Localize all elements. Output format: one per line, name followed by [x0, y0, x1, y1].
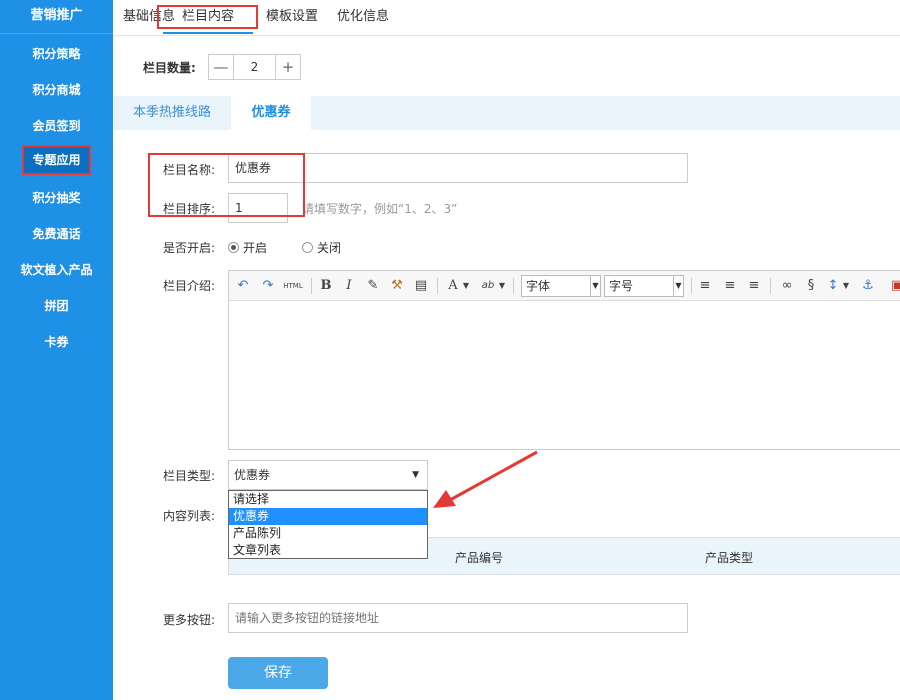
- column-type-select[interactable]: 优惠券 ▼: [228, 460, 428, 490]
- tab-column-content[interactable]: 栏目内容: [163, 0, 253, 34]
- chevron-down-icon[interactable]: ▼: [841, 276, 851, 296]
- column-type-value: 优惠券: [234, 468, 271, 482]
- minus-button[interactable]: —: [209, 55, 233, 79]
- toolbar-divider: [770, 278, 771, 294]
- column-name-input[interactable]: 优惠券: [228, 153, 688, 183]
- type-label: 栏目类型:: [163, 469, 216, 483]
- column-header-product-no: 产品编号: [455, 551, 504, 565]
- sidebar-item-member-checkin[interactable]: 会员签到: [0, 111, 113, 141]
- font-size-value: 字号: [609, 279, 634, 293]
- unlink-icon[interactable]: §: [802, 276, 820, 296]
- radio-dot-icon: [228, 242, 239, 253]
- font-family-select[interactable]: 字体 ▼: [521, 275, 601, 297]
- sidebar-item-points-lottery[interactable]: 积分抽奖: [0, 183, 113, 213]
- tab-template-settings[interactable]: 模板设置: [266, 0, 318, 34]
- radio-on-label: 开启: [243, 241, 268, 255]
- italic-icon[interactable]: I: [341, 276, 357, 296]
- paste-icon[interactable]: ▤: [413, 276, 429, 296]
- plus-button[interactable]: +: [276, 55, 300, 79]
- dropdown-option[interactable]: 优惠券: [229, 508, 427, 525]
- sidebar-header: 营销推广: [0, 0, 113, 34]
- radio-enabled-off[interactable]: 关闭: [302, 239, 341, 256]
- highlight-icon[interactable]: ab: [480, 276, 496, 296]
- toolbar-divider: [437, 278, 438, 294]
- column-header-product-type: 产品类型: [705, 551, 754, 565]
- chevron-down-icon[interactable]: ▼: [461, 276, 471, 296]
- align-center-icon[interactable]: ≡: [722, 276, 738, 296]
- sidebar-item-points-strategy[interactable]: 积分策略: [0, 39, 113, 69]
- line-height-icon[interactable]: ↕: [825, 276, 841, 296]
- top-tab-bar: 基础信息 栏目内容 模板设置 优化信息: [113, 0, 900, 36]
- dropdown-option[interactable]: 文章列表: [229, 542, 427, 559]
- sidebar-item-label: 软文植入产品: [20, 263, 93, 277]
- order-label: 栏目排序:: [163, 202, 216, 216]
- enabled-label: 是否开启:: [163, 241, 216, 255]
- html-icon[interactable]: HTML: [282, 276, 304, 296]
- dropdown-option[interactable]: 请选择: [229, 491, 427, 508]
- sidebar-item-coupon-card[interactable]: 卡券: [0, 327, 113, 357]
- column-order-input[interactable]: 1: [228, 193, 288, 223]
- column-count-value[interactable]: 2: [233, 55, 276, 79]
- tab-coupon[interactable]: 优惠券: [231, 96, 311, 130]
- undo-icon[interactable]: ↶: [235, 276, 251, 296]
- radio-dot-icon: [302, 242, 313, 253]
- more-link-input[interactable]: [228, 603, 688, 633]
- anchor-icon[interactable]: ⚓: [859, 276, 877, 296]
- align-left-icon[interactable]: ≡: [697, 276, 713, 296]
- save-button[interactable]: 保存: [228, 657, 328, 689]
- name-label: 栏目名称:: [163, 163, 216, 177]
- toolbar-divider: [691, 278, 692, 294]
- image-icon[interactable]: ▣: [889, 276, 900, 296]
- tab-hot-routes[interactable]: 本季热推线路: [133, 96, 211, 130]
- sidebar-item-article-product[interactable]: 软文植入产品: [0, 255, 113, 285]
- sidebar-item-label: 积分商城: [32, 83, 81, 97]
- eraser-icon[interactable]: ✎: [365, 276, 381, 296]
- sidebar-item-topic-app[interactable]: 专题应用: [0, 145, 113, 177]
- chevron-down-icon[interactable]: ▼: [497, 276, 507, 296]
- column-count-label: 栏目数量:: [143, 61, 196, 75]
- editor-toolbar: ↶ ↷ HTML B I ✎ ⚒ ▤ A ▼ ab ▼ 字体 ▼ 字号 ▼ ≡ ≡ …: [229, 271, 900, 301]
- dropdown-option[interactable]: 产品陈列: [229, 525, 427, 542]
- sidebar-item-label: 积分抽奖: [32, 191, 81, 205]
- align-right-icon[interactable]: ≡: [746, 276, 762, 296]
- sidebar-item-group-buy[interactable]: 拼团: [0, 291, 113, 321]
- sidebar: 营销推广 积分策略 积分商城 会员签到 专题应用 积分抽奖 免费通话 软文植入产…: [0, 0, 113, 700]
- section-tab-bar: 本季热推线路 优惠券: [113, 96, 900, 130]
- sidebar-item-label: 会员签到: [32, 119, 81, 133]
- chevron-down-icon: ▼: [412, 470, 419, 480]
- tab-seo-info[interactable]: 优化信息: [337, 0, 389, 34]
- redo-icon[interactable]: ↷: [260, 276, 276, 296]
- content-list-label: 内容列表:: [163, 509, 216, 523]
- bold-icon[interactable]: B: [318, 276, 334, 296]
- sidebar-item-free-call[interactable]: 免费通话: [0, 219, 113, 249]
- more-label: 更多按钮:: [163, 613, 216, 627]
- chevron-down-icon: ▼: [590, 276, 600, 296]
- font-family-value: 字体: [526, 279, 551, 293]
- format-brush-icon[interactable]: ⚒: [389, 276, 405, 296]
- toolbar-divider: [311, 278, 312, 294]
- sidebar-item-points-mall[interactable]: 积分商城: [0, 75, 113, 105]
- order-hint: 请填写数字，例如“1、2、3”: [302, 202, 458, 216]
- sidebar-item-label: 卡券: [44, 335, 69, 349]
- rich-text-editor[interactable]: ↶ ↷ HTML B I ✎ ⚒ ▤ A ▼ ab ▼ 字体 ▼ 字号 ▼ ≡ ≡ …: [228, 270, 900, 450]
- font-size-select[interactable]: 字号 ▼: [604, 275, 684, 297]
- sidebar-item-label: 免费通话: [32, 227, 81, 241]
- sidebar-item-label: 拼团: [44, 299, 69, 313]
- intro-label: 栏目介绍:: [163, 279, 216, 293]
- font-color-icon[interactable]: A: [445, 276, 461, 296]
- sidebar-item-label: 积分策略: [32, 47, 81, 61]
- link-icon[interactable]: ∞: [778, 276, 796, 296]
- column-type-dropdown: 请选择 优惠券 产品陈列 文章列表: [228, 490, 428, 559]
- toolbar-divider: [513, 278, 514, 294]
- chevron-down-icon: ▼: [673, 276, 683, 296]
- sidebar-item-label: 专题应用: [22, 145, 91, 175]
- radio-enabled-on[interactable]: 开启: [228, 239, 267, 256]
- radio-off-label: 关闭: [317, 241, 342, 255]
- column-count-stepper: — 2 +: [208, 54, 301, 80]
